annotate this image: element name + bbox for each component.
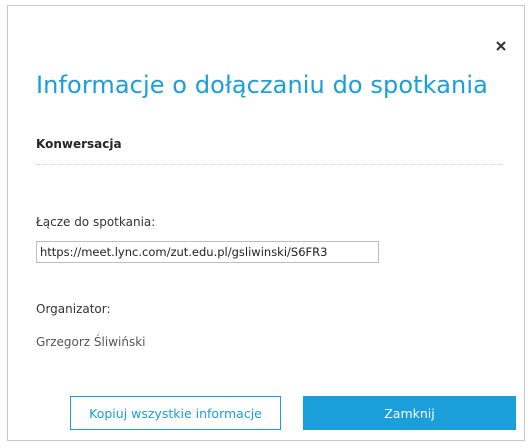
meeting-link-label: Łącze do spotkania: [36, 215, 156, 229]
dialog-title: Informacje o dołączaniu do spotkania [36, 71, 488, 99]
close-button[interactable] [494, 39, 508, 53]
close-icon [496, 41, 506, 51]
close-dialog-button[interactable]: Zamknij [303, 396, 516, 430]
meeting-link-field[interactable] [36, 241, 379, 263]
section-title: Konwersacja [36, 137, 122, 151]
organizer-name: Grzegorz Śliwiński [36, 335, 146, 349]
organizer-label: Organizator: [36, 302, 111, 316]
copy-all-info-button[interactable]: Kopiuj wszystkie informacje [70, 396, 281, 430]
section-divider [36, 164, 502, 165]
meeting-join-info-dialog: Informacje o dołączaniu do spotkania Kon… [7, 5, 525, 441]
